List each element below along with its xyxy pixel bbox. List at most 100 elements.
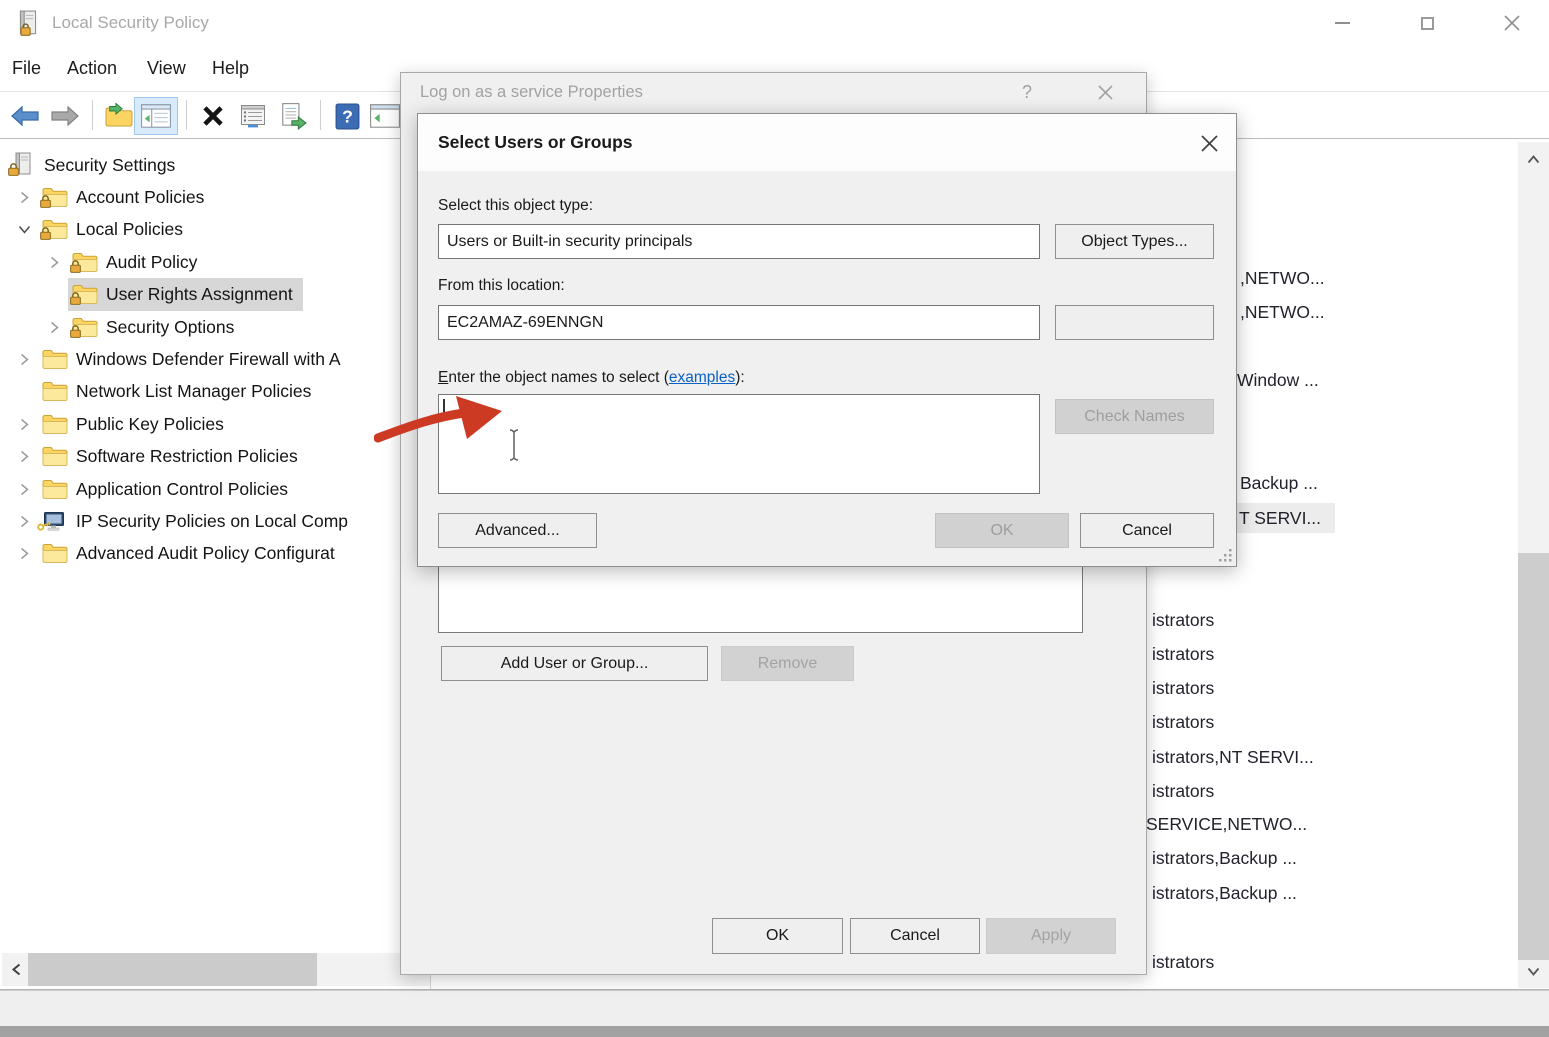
tree-item-advanced-audit-policy[interactable]: Advanced Audit Policy Configurat <box>0 538 431 570</box>
back-icon[interactable] <box>6 97 44 135</box>
chevron-right-icon[interactable] <box>10 352 38 367</box>
tree-item-label: Windows Defender Firewall with A <box>76 349 341 370</box>
properties-icon[interactable] <box>234 97 272 135</box>
resize-grip[interactable] <box>1218 548 1233 568</box>
tree-item-label: User Rights Assignment <box>106 284 293 305</box>
object-type-value: Users or Built-in security principals <box>447 233 692 251</box>
scroll-left-icon[interactable] <box>4 953 28 986</box>
policy-setting-fragment-selected: T SERVI... <box>1237 503 1335 533</box>
policy-setting-fragment: ,NETWO... <box>1240 301 1325 323</box>
folder-icon <box>41 443 69 470</box>
policy-setting-fragment: Backup ... <box>1240 472 1318 494</box>
policy-setting-fragment: ,NETWO... <box>1240 267 1325 289</box>
toolbar-separator <box>186 100 187 130</box>
tree-item-label: Account Policies <box>76 187 204 208</box>
title-bar: Local Security Policy <box>0 0 1549 48</box>
delete-icon[interactable] <box>194 97 232 135</box>
object-names-label: Enter the object names to select (exampl… <box>438 369 745 387</box>
object-types-button[interactable]: Object Types... <box>1055 224 1214 259</box>
folder-lock-icon <box>71 249 99 276</box>
chevron-right-icon[interactable] <box>10 514 38 529</box>
menu-file[interactable]: File <box>12 58 41 79</box>
tree-item-ip-security-policies[interactable]: IP Security Policies on Local Comp <box>0 505 431 537</box>
vertical-scrollbar[interactable] <box>1518 142 1549 988</box>
chevron-right-icon[interactable] <box>10 417 38 432</box>
folder-lock-icon <box>71 281 99 308</box>
ok-button[interactable]: OK <box>712 918 843 954</box>
examples-link[interactable]: examples <box>669 369 735 386</box>
forward-icon[interactable] <box>46 97 84 135</box>
add-user-or-group-button[interactable]: Add User or Group... <box>441 646 708 681</box>
policy-setting-fragment: istrators <box>1152 951 1214 973</box>
folder-icon <box>41 378 69 405</box>
vertical-scrollbar-thumb[interactable] <box>1518 553 1549 960</box>
cancel-button[interactable]: Cancel <box>1080 513 1214 548</box>
chevron-right-icon[interactable] <box>40 320 68 335</box>
minimize-icon[interactable] <box>1319 6 1365 40</box>
chevron-right-icon[interactable] <box>10 482 38 497</box>
policy-setting-fragment: istrators <box>1152 643 1214 665</box>
location-field[interactable]: EC2AMAZ-69ENNGN <box>438 305 1040 340</box>
chevron-right-icon[interactable] <box>10 449 38 464</box>
folder-icon <box>41 476 69 503</box>
tree-item-account-policies[interactable]: Account Policies <box>0 181 431 213</box>
locations-button[interactable] <box>1055 305 1214 340</box>
export-list-icon[interactable] <box>274 97 312 135</box>
tree-item-network-list-manager[interactable]: Network List Manager Policies <box>0 376 431 408</box>
tree-item-windows-defender-firewall[interactable]: Windows Defender Firewall with A <box>0 343 431 375</box>
tree-item-user-rights-assignment[interactable]: User Rights Assignment <box>0 279 431 311</box>
policy-setting-fragment: istrators,NT SERVI... <box>1152 746 1314 768</box>
scroll-down-icon[interactable] <box>1518 958 1549 984</box>
apply-button[interactable]: Apply <box>986 918 1116 954</box>
ok-button[interactable]: OK <box>935 513 1069 548</box>
horizontal-scrollbar[interactable] <box>2 953 430 986</box>
maximize-icon[interactable] <box>1404 6 1450 40</box>
export-icon[interactable] <box>100 97 138 135</box>
tree-item-public-key-policies[interactable]: Public Key Policies <box>0 408 431 440</box>
tree-item-security-settings[interactable]: Security Settings <box>0 149 431 181</box>
horizontal-scrollbar-thumb[interactable] <box>28 953 317 986</box>
chevron-right-icon[interactable] <box>40 255 68 270</box>
advanced-button[interactable]: Advanced... <box>438 513 597 548</box>
close-icon[interactable] <box>1085 77 1125 107</box>
dialog-title: Select Users or Groups <box>438 132 633 153</box>
chevron-down-icon[interactable] <box>10 224 38 235</box>
policy-setting-fragment: istrators <box>1152 780 1214 802</box>
select-users-or-groups-dialog: Select Users or Groups Select this objec… <box>417 113 1237 567</box>
tree-item-software-restriction[interactable]: Software Restriction Policies <box>0 441 431 473</box>
tree-item-local-policies[interactable]: Local Policies <box>0 214 431 246</box>
tree-item-audit-policy[interactable]: Audit Policy <box>0 246 431 278</box>
close-icon[interactable] <box>1188 128 1230 158</box>
object-type-label: Select this object type: <box>438 197 593 215</box>
svg-text:?: ? <box>342 106 353 126</box>
chevron-right-icon[interactable] <box>10 546 38 561</box>
tree-item-label: Local Policies <box>76 219 183 240</box>
tree-item-application-control[interactable]: Application Control Policies <box>0 473 431 505</box>
object-names-input[interactable] <box>438 394 1040 494</box>
cancel-button[interactable]: Cancel <box>850 918 980 954</box>
remove-button[interactable]: Remove <box>721 646 854 681</box>
members-listbox[interactable] <box>438 566 1083 633</box>
policy-setting-fragment: istrators <box>1152 711 1214 733</box>
policy-setting-fragment: istrators <box>1152 609 1214 631</box>
tree-item-label: Audit Policy <box>106 252 197 273</box>
status-bar <box>0 990 1549 1026</box>
menu-action[interactable]: Action <box>67 58 117 79</box>
object-type-field[interactable]: Users or Built-in security principals <box>438 224 1040 259</box>
folder-icon <box>41 411 69 438</box>
menu-help[interactable]: Help <box>212 58 249 79</box>
app-icon <box>16 10 40 43</box>
help-icon[interactable]: ? <box>328 97 366 135</box>
menu-view[interactable]: View <box>147 58 186 79</box>
scroll-up-icon[interactable] <box>1518 146 1549 172</box>
tree-item-security-options[interactable]: Security Options <box>0 311 431 343</box>
chevron-right-icon[interactable] <box>10 190 38 205</box>
window-title: Local Security Policy <box>52 13 209 33</box>
tree-item-label: Security Options <box>106 317 234 338</box>
help-icon[interactable]: ? <box>1009 77 1045 107</box>
tree-item-label: Public Key Policies <box>76 414 224 435</box>
close-icon[interactable] <box>1489 6 1535 40</box>
new-window-icon[interactable] <box>366 97 404 135</box>
show-console-tree-icon[interactable] <box>134 97 178 135</box>
check-names-button[interactable]: Check Names <box>1055 399 1214 434</box>
